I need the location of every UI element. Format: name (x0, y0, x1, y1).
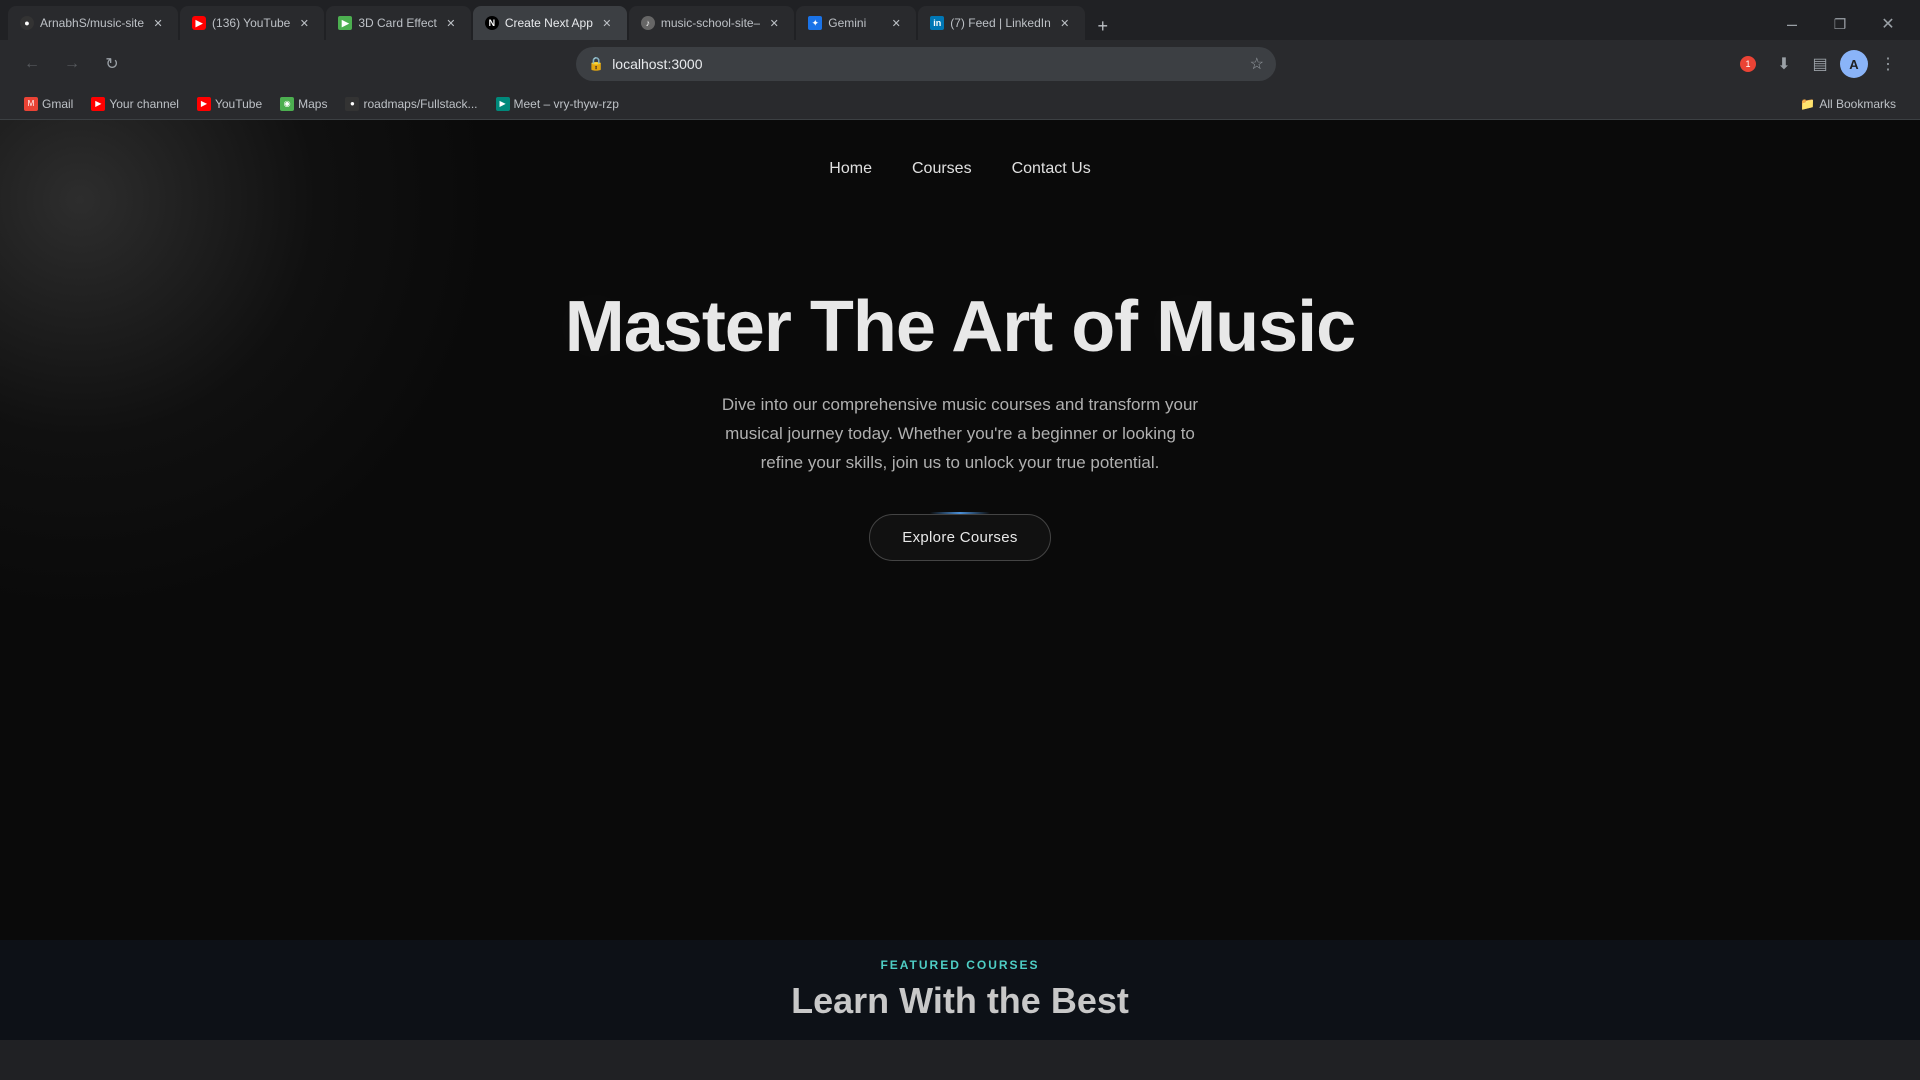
tab-favicon: N (485, 16, 499, 30)
bookmark-item[interactable]: ● roadmaps/Fullstack... (337, 93, 485, 115)
hero-subtitle: Dive into our comprehensive music course… (720, 391, 1200, 478)
tab-close-button[interactable]: ✕ (150, 15, 166, 31)
minimize-button[interactable]: – (1776, 8, 1808, 40)
tab-title: Create Next App (505, 16, 593, 30)
bookmark-item[interactable]: ◉ Maps (272, 93, 335, 115)
tab-title: music-school-site– (661, 16, 760, 30)
browser-tab-tab-next[interactable]: N Create Next App ✕ (473, 6, 627, 40)
tab-close-button[interactable]: ✕ (888, 15, 904, 31)
extension-badge: 1 (1740, 56, 1756, 72)
tab-favicon: ♪ (641, 16, 655, 30)
featured-section: FEATURED COURSES Learn With the Best (0, 940, 1920, 1040)
bookmark-label: Meet – vry-thyw-rzp (514, 97, 619, 111)
all-bookmarks-button[interactable]: 📁 All Bookmarks (1792, 93, 1904, 115)
bookmark-label: roadmaps/Fullstack... (363, 97, 477, 111)
tabs-bar: ● ArnabhS/music-site ✕ ▶ (136) YouTube ✕… (0, 0, 1920, 40)
bookmark-label: Gmail (42, 97, 73, 111)
browser-tab-tab-gemini[interactable]: ✦ Gemini ✕ (796, 6, 916, 40)
bookmark-favicon: ▶ (197, 97, 211, 111)
browser-tab-tab-youtube[interactable]: ▶ (136) YouTube ✕ (180, 6, 324, 40)
website-content: Home Courses Contact Us Master The Art o… (0, 120, 1920, 1040)
new-tab-button[interactable]: + (1089, 12, 1117, 40)
tab-favicon: ✦ (808, 16, 822, 30)
tab-title: ArnabhS/music-site (40, 16, 144, 30)
browser-chrome: ● ArnabhS/music-site ✕ ▶ (136) YouTube ✕… (0, 0, 1920, 120)
maximize-button[interactable]: ❐ (1824, 8, 1856, 40)
bookmark-star-icon[interactable]: ☆ (1250, 54, 1264, 74)
reload-button[interactable]: ↻ (96, 48, 128, 80)
bookmarks-folder-icon: 📁 (1800, 97, 1815, 111)
menu-button[interactable]: ⋮ (1872, 48, 1904, 80)
bookmark-item[interactable]: ▶ Meet – vry-thyw-rzp (488, 93, 627, 115)
tab-favicon: ▶ (338, 16, 352, 30)
tab-close-button[interactable]: ✕ (599, 15, 615, 31)
tab-favicon: ● (20, 16, 34, 30)
nav-home[interactable]: Home (829, 160, 872, 178)
featured-label: FEATURED COURSES (880, 958, 1039, 972)
tab-title: (7) Feed | LinkedIn (950, 16, 1051, 30)
hero-section: Master The Art of Music Dive into our co… (0, 208, 1920, 601)
hero-title: Master The Art of Music (565, 288, 1355, 367)
browser-tab-tab-3d[interactable]: ▶ 3D Card Effect ✕ (326, 6, 470, 40)
forward-button[interactable]: → (56, 48, 88, 80)
url-display: localhost:3000 (612, 56, 1241, 72)
tab-title: (136) YouTube (212, 16, 290, 30)
nav-courses[interactable]: Courses (912, 160, 972, 178)
extensions-button[interactable]: 1 (1732, 48, 1764, 80)
bookmark-item[interactable]: ▶ YouTube (189, 93, 270, 115)
bookmark-favicon: M (24, 97, 38, 111)
tab-close-button[interactable]: ✕ (296, 15, 312, 31)
bookmark-item[interactable]: ▶ Your channel (83, 93, 187, 115)
tab-title: Gemini (828, 16, 882, 30)
address-bar[interactable]: 🔒 localhost:3000 ☆ (576, 47, 1276, 81)
bookmark-label: YouTube (215, 97, 262, 111)
profile-button[interactable]: A (1840, 50, 1868, 78)
tab-favicon: in (930, 16, 944, 30)
tab-close-button[interactable]: ✕ (1057, 15, 1073, 31)
close-window-button[interactable]: ✕ (1872, 8, 1904, 40)
featured-title: Learn With the Best (791, 980, 1129, 1022)
browser-tab-tab-github[interactable]: ● ArnabhS/music-site ✕ (8, 6, 178, 40)
tab-close-button[interactable]: ✕ (766, 15, 782, 31)
omnibox-bar: ← → ↻ 🔒 localhost:3000 ☆ 1 ⬇ ▤ A ⋮ (0, 40, 1920, 88)
tab-close-button[interactable]: ✕ (443, 15, 459, 31)
download-button[interactable]: ⬇ (1768, 48, 1800, 80)
bookmark-favicon: ▶ (496, 97, 510, 111)
site-background: Home Courses Contact Us Master The Art o… (0, 120, 1920, 1040)
sidebar-button[interactable]: ▤ (1804, 48, 1836, 80)
all-bookmarks-label: All Bookmarks (1819, 97, 1896, 111)
toolbar-right: 1 ⬇ ▤ A ⋮ (1732, 48, 1904, 80)
bookmarks-bar: M Gmail ▶ Your channel ▶ YouTube ◉ Maps … (0, 88, 1920, 120)
tab-title: 3D Card Effect (358, 16, 436, 30)
bookmark-label: Your channel (109, 97, 179, 111)
bookmark-favicon: ◉ (280, 97, 294, 111)
bookmarks-right: 📁 All Bookmarks (1792, 93, 1904, 115)
bookmark-favicon: ● (345, 97, 359, 111)
back-button[interactable]: ← (16, 48, 48, 80)
bookmark-favicon: ▶ (91, 97, 105, 111)
browser-tab-tab-linkedin[interactable]: in (7) Feed | LinkedIn ✕ (918, 6, 1085, 40)
bookmark-label: Maps (298, 97, 327, 111)
browser-tab-tab-music[interactable]: ♪ music-school-site– ✕ (629, 6, 794, 40)
nav-contact[interactable]: Contact Us (1012, 160, 1091, 178)
tab-favicon: ▶ (192, 16, 206, 30)
site-nav: Home Courses Contact Us (0, 120, 1920, 208)
explore-courses-button[interactable]: Explore Courses (869, 514, 1050, 561)
bookmark-item[interactable]: M Gmail (16, 93, 81, 115)
lock-icon: 🔒 (588, 56, 604, 72)
